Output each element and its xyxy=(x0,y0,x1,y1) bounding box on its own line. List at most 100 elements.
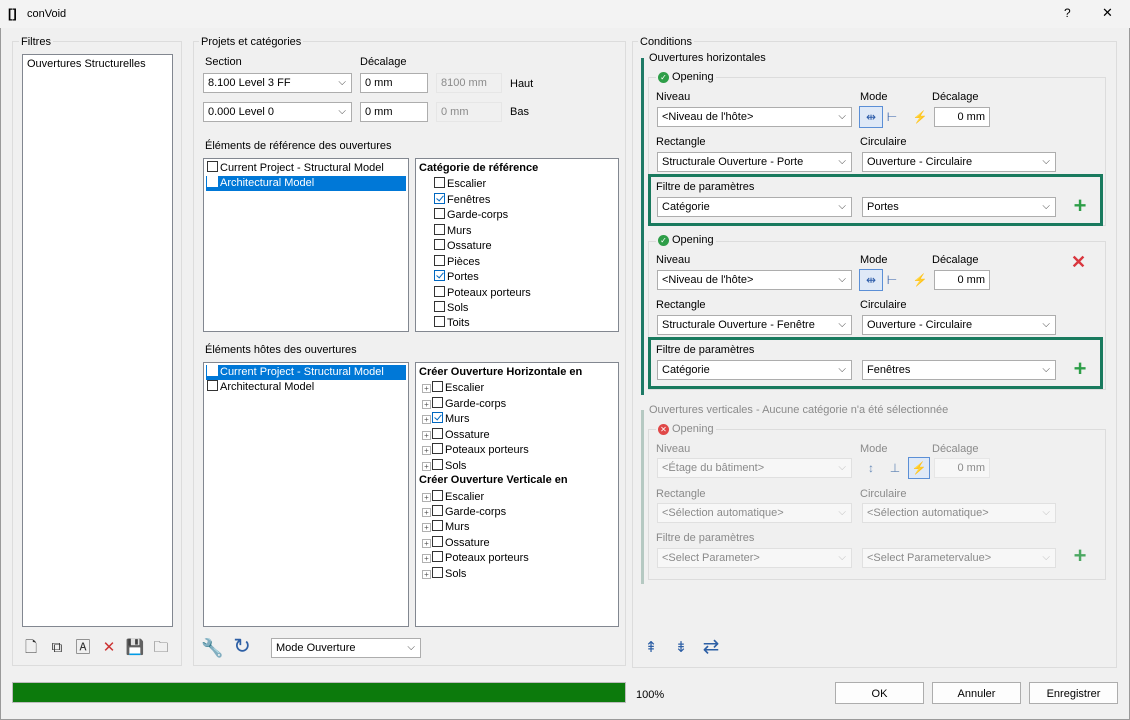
save-button[interactable]: Enregistrer xyxy=(1029,682,1118,704)
progress-bar xyxy=(12,682,626,703)
move-up-icon[interactable]: ⇞ xyxy=(640,637,662,659)
chevron-down-icon: ⌵ xyxy=(1042,319,1050,330)
niveau-label: Niveau xyxy=(656,91,691,103)
circ-label: Circulaire xyxy=(860,136,907,148)
mode-lightning-icon[interactable]: ⚡ xyxy=(910,106,930,128)
list-item[interactable]: Current Project - Structural Model xyxy=(206,365,406,380)
check-circle-icon: ✓ xyxy=(658,72,669,83)
rect-label: Rectangle xyxy=(656,299,706,311)
list-item[interactable]: Current Project - Structural Model xyxy=(207,161,405,176)
niveau-label: Niveau xyxy=(656,254,691,266)
projects-title: Projets et catégories xyxy=(199,36,304,48)
niveau-select[interactable]: <Étage du bâtiment> ⌵ xyxy=(657,458,852,478)
move-down-icon[interactable]: ⇟ xyxy=(670,637,692,659)
checkbox[interactable] xyxy=(207,161,218,172)
close-button[interactable]: ✕ xyxy=(1102,5,1113,21)
param-select[interactable]: Catégorie ⌵ xyxy=(657,197,852,217)
opening-title: ✓ Opening xyxy=(656,71,716,83)
checkbox[interactable] xyxy=(207,380,218,391)
niveau-select[interactable]: <Niveau de l'hôte> ⌵ xyxy=(657,270,852,290)
rect-label: Rectangle xyxy=(656,488,706,500)
folder-icon[interactable]: 🗀 xyxy=(150,637,172,659)
list-item[interactable]: Ouvertures Structurelles xyxy=(27,58,146,70)
offset-label: Décalage xyxy=(360,56,407,68)
tree-item: Murs xyxy=(434,224,471,239)
save-icon[interactable]: 💾 xyxy=(124,637,146,659)
host-category-tree[interactable]: Créer Ouverture Horizontale en + Escalier… xyxy=(415,362,619,627)
mode-vertical-icon[interactable]: ↕ xyxy=(859,457,883,479)
list-item[interactable]: Architectural Model xyxy=(207,380,314,395)
tree-item: Escalier xyxy=(434,177,486,192)
mode-label: Mode xyxy=(860,254,888,266)
offset-input[interactable]: 0 mm xyxy=(934,270,990,290)
checkbox[interactable] xyxy=(207,365,218,376)
mode-label: Mode xyxy=(860,443,888,455)
bottom-offset-input[interactable]: 0 mm xyxy=(360,102,428,122)
mode-lightning-icon[interactable]: ⚡ xyxy=(908,457,930,479)
mode-center-icon[interactable]: ⇹ xyxy=(859,106,883,128)
mode-side-icon[interactable]: ⊢ xyxy=(883,106,901,128)
checkbox[interactable] xyxy=(207,176,218,187)
offset-label: Décalage xyxy=(932,254,979,266)
wrench-icon[interactable]: 🔧 xyxy=(201,637,223,659)
rect-select[interactable]: <Sélection automatique> ⌵ xyxy=(657,503,852,523)
rect-label: Rectangle xyxy=(656,136,706,148)
conditions-title: Conditions xyxy=(638,36,694,48)
swap-icon[interactable]: ⇄ xyxy=(700,636,722,658)
value-select[interactable]: Fenêtres ⌵ xyxy=(862,360,1056,380)
circ-select[interactable]: <Sélection automatique> ⌵ xyxy=(862,503,1056,523)
tree-item: + Ossature xyxy=(422,428,490,443)
rename-icon[interactable]: 🄰 xyxy=(72,637,94,659)
tree-item: Portes xyxy=(434,270,479,285)
delete-icon[interactable]: ✕ xyxy=(98,637,120,659)
top-level-select[interactable]: 8.100 Level 3 FF ⌵ xyxy=(203,73,352,93)
tree-item: + Ossature xyxy=(422,536,490,551)
remove-icon[interactable]: ✕ xyxy=(1071,252,1086,273)
ok-button[interactable]: OK xyxy=(835,682,924,704)
mode-center-icon[interactable]: ⇹ xyxy=(859,269,883,291)
mode-select[interactable]: Mode Ouverture ⌵ xyxy=(271,638,421,658)
refresh-icon[interactable]: ↻ xyxy=(231,636,253,658)
chevron-down-icon: ⌵ xyxy=(838,462,846,473)
list-item[interactable]: Architectural Model xyxy=(206,176,406,191)
ref-category-tree[interactable]: Catégorie de référence Escalier Fenêtres… xyxy=(415,158,619,332)
help-button[interactable]: ? xyxy=(1064,6,1071,20)
mode-side-icon[interactable]: ⊢ xyxy=(883,269,901,291)
value-select[interactable]: <Select Parametervalue> ⌵ xyxy=(862,548,1056,568)
mode-floor-icon[interactable]: ⊥ xyxy=(883,457,907,479)
circ-select[interactable]: Ouverture - Circulaire ⌵ xyxy=(862,152,1056,172)
ref-models-list[interactable]: Current Project - Structural Model Archi… xyxy=(203,158,409,332)
new-file-icon[interactable]: 🗋 xyxy=(20,637,42,659)
accent-bar xyxy=(641,58,644,395)
add-filter-icon[interactable]: + xyxy=(1071,195,1089,217)
mode-lightning-icon[interactable]: ⚡ xyxy=(910,269,930,291)
filters-list[interactable]: Ouvertures Structurelles xyxy=(22,54,173,627)
bottom-level-select[interactable]: 0.000 Level 0 ⌵ xyxy=(203,102,352,122)
opening-title: ✕ Opening xyxy=(656,423,716,435)
add-filter-icon[interactable]: + xyxy=(1071,545,1089,567)
chevron-down-icon: ⌵ xyxy=(1042,507,1050,518)
offset-input[interactable]: 0 mm xyxy=(934,107,990,127)
param-select[interactable]: <Select Parameter> ⌵ xyxy=(657,548,852,568)
tree-header: Catégorie de référence xyxy=(419,162,539,174)
add-filter-icon[interactable]: + xyxy=(1071,358,1089,380)
error-circle-icon: ✕ xyxy=(658,424,669,435)
tree-item: + Murs xyxy=(422,520,469,535)
rect-select[interactable]: Structurale Ouverture - Porte ⌵ xyxy=(657,152,852,172)
filter-label: Filtre de paramètres xyxy=(656,181,755,193)
expand-icon: + xyxy=(422,523,431,532)
copy-icon[interactable]: ⧉ xyxy=(46,637,68,659)
niveau-select[interactable]: <Niveau de l'hôte> ⌵ xyxy=(657,107,852,127)
host-models-list[interactable]: Current Project - Structural Model Archi… xyxy=(203,362,409,627)
expand-icon: + xyxy=(422,570,431,579)
tree-item: + Garde-corps xyxy=(422,397,506,412)
chevron-down-icon: ⌵ xyxy=(407,642,415,653)
accent-bar xyxy=(641,410,644,584)
offset-input[interactable]: 0 mm xyxy=(934,458,990,478)
value-select[interactable]: Portes ⌵ xyxy=(862,197,1056,217)
rect-select[interactable]: Structurale Ouverture - Fenêtre ⌵ xyxy=(657,315,852,335)
circ-select[interactable]: Ouverture - Circulaire ⌵ xyxy=(862,315,1056,335)
param-select[interactable]: Catégorie ⌵ xyxy=(657,360,852,380)
top-offset-input[interactable]: 0 mm xyxy=(360,73,428,93)
cancel-button[interactable]: Annuler xyxy=(932,682,1021,704)
